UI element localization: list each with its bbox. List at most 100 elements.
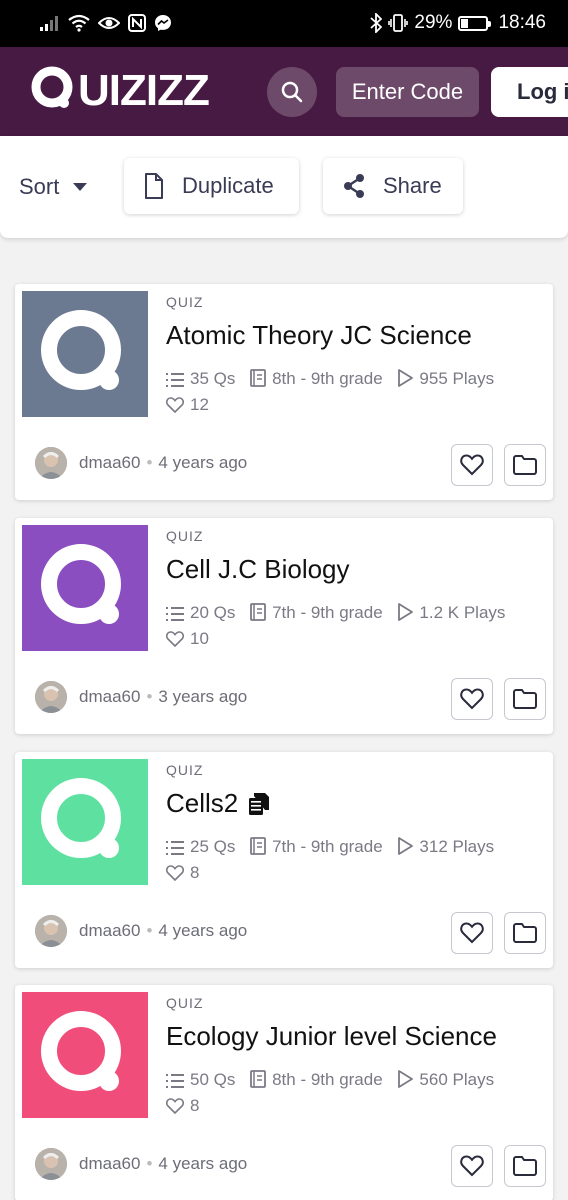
save-to-collection-button[interactable] [504, 912, 546, 954]
caret-down-icon [73, 183, 88, 191]
quizizz-logo[interactable]: UIZIZZ [30, 61, 220, 117]
author-info[interactable]: dmaa60 • 3 years ago [35, 681, 247, 713]
play-icon [398, 1070, 414, 1088]
like-button[interactable] [451, 912, 493, 954]
login-button[interactable]: Log in [491, 67, 568, 117]
quiz-meta: 20 Qs 7th - 9th grade 1.2 K Plays 10 [165, 600, 550, 652]
share-button[interactable]: Share [323, 158, 463, 214]
quiz-thumbnail [22, 291, 148, 417]
wifi-icon [68, 14, 90, 32]
author-info[interactable]: dmaa60 • 4 years ago [35, 1148, 247, 1180]
duplicate-label: Duplicate [182, 173, 274, 198]
author-name[interactable]: dmaa60 [79, 453, 140, 473]
book-icon [250, 837, 266, 855]
created-time: 4 years ago [158, 1154, 248, 1173]
author-name[interactable]: dmaa60 [79, 687, 140, 707]
grade-level: 8th - 9th grade [250, 1070, 383, 1089]
duplicate-button[interactable]: Duplicate [124, 158, 299, 214]
list-icon [166, 1074, 184, 1088]
separator-dot: • [146, 453, 153, 472]
search-button[interactable] [267, 67, 317, 117]
quiz-meta: 35 Qs 8th - 9th grade 955 Plays 12 [165, 366, 550, 418]
save-to-collection-button[interactable] [504, 678, 546, 720]
sort-dropdown[interactable]: Sort [19, 174, 88, 200]
list-icon [166, 607, 184, 621]
eye-icon [98, 17, 120, 29]
svg-text:UIZIZZ: UIZIZZ [78, 66, 209, 115]
action-toolbar: Sort Duplicate Share [0, 136, 568, 238]
grade-level: 7th - 9th grade [250, 603, 383, 622]
folder-icon [513, 923, 537, 943]
separator-dot: • [146, 921, 153, 940]
like-count: 12 [165, 395, 209, 414]
play-count: 560 Plays [397, 1070, 494, 1089]
author-name[interactable]: dmaa60 [79, 1154, 140, 1174]
quiz-thumbnail [22, 525, 148, 651]
quiz-card[interactable]: QUIZ Cells2 25 Qs 7th - 9th grade 312 Pl… [15, 752, 553, 968]
quiz-card[interactable]: QUIZ Cell J.C Biology 20 Qs 7th - 9th gr… [15, 518, 553, 734]
status-bar: 29% 18:46 [0, 0, 568, 47]
save-to-collection-button[interactable] [504, 1145, 546, 1187]
quizizz-q-logo-icon [41, 544, 121, 624]
grade-level: 7th - 9th grade [250, 837, 383, 856]
quiz-title[interactable]: Atomic Theory JC Science [166, 320, 472, 351]
play-count: 1.2 K Plays [397, 603, 505, 622]
author-info[interactable]: dmaa60 • 4 years ago [35, 447, 247, 479]
quizizz-q-logo-icon [41, 310, 121, 390]
heart-outline-icon [165, 397, 185, 414]
avatar [35, 447, 67, 479]
avatar [35, 681, 67, 713]
quiz-type-label: QUIZ [166, 528, 204, 544]
play-icon [398, 837, 414, 855]
grade-level: 8th - 9th grade [250, 369, 383, 388]
messenger-icon [155, 15, 171, 31]
play-count: 312 Plays [397, 837, 494, 856]
quiz-title[interactable]: Cells2 [166, 788, 270, 819]
created-time: 4 years ago [158, 921, 248, 940]
document-icon [145, 173, 163, 199]
author-name[interactable]: dmaa60 [79, 921, 140, 941]
heart-outline-icon [165, 631, 185, 648]
heart-icon [460, 922, 484, 944]
like-button[interactable] [451, 1145, 493, 1187]
quiz-title[interactable]: Cell J.C Biology [166, 554, 350, 585]
quiz-card[interactable]: QUIZ Ecology Junior level Science 50 Qs … [15, 985, 553, 1200]
quiz-title[interactable]: Ecology Junior level Science [166, 1021, 497, 1052]
quiz-type-label: QUIZ [166, 294, 204, 310]
book-icon [250, 603, 266, 621]
heart-outline-icon [165, 1098, 185, 1115]
separator-dot: • [146, 687, 153, 706]
clock: 18:46 [498, 12, 546, 33]
sort-label: Sort [19, 174, 60, 199]
avatar [35, 915, 67, 947]
search-icon [281, 81, 303, 103]
heart-outline-icon [165, 865, 185, 882]
quizizz-q-logo-icon [41, 1011, 121, 1091]
like-count: 8 [165, 863, 199, 882]
folder-icon [513, 689, 537, 709]
created-time: 4 years ago [158, 453, 248, 472]
app-header: UIZIZZ Enter Code Log in [0, 47, 568, 136]
like-button[interactable] [451, 678, 493, 720]
question-count: 20 Qs [166, 603, 235, 622]
quiz-card[interactable]: QUIZ Atomic Theory JC Science 35 Qs 8th … [15, 284, 553, 500]
play-icon [398, 369, 414, 387]
signal-icon [40, 16, 58, 31]
author-info[interactable]: dmaa60 • 4 years ago [35, 915, 247, 947]
list-icon [166, 373, 184, 387]
play-count: 955 Plays [397, 369, 494, 388]
enter-code-button[interactable]: Enter Code [336, 67, 479, 117]
save-to-collection-button[interactable] [504, 444, 546, 486]
quiz-thumbnail [22, 992, 148, 1118]
vibrate-icon [388, 14, 409, 32]
separator-dot: • [146, 1154, 153, 1173]
nfc-icon [128, 14, 146, 32]
like-count: 10 [165, 629, 209, 648]
book-icon [250, 369, 266, 387]
like-button[interactable] [451, 444, 493, 486]
question-count: 25 Qs [166, 837, 235, 856]
heart-icon [460, 688, 484, 710]
folder-icon [513, 1156, 537, 1176]
quiz-type-label: QUIZ [166, 762, 204, 778]
quiz-type-label: QUIZ [166, 995, 204, 1011]
